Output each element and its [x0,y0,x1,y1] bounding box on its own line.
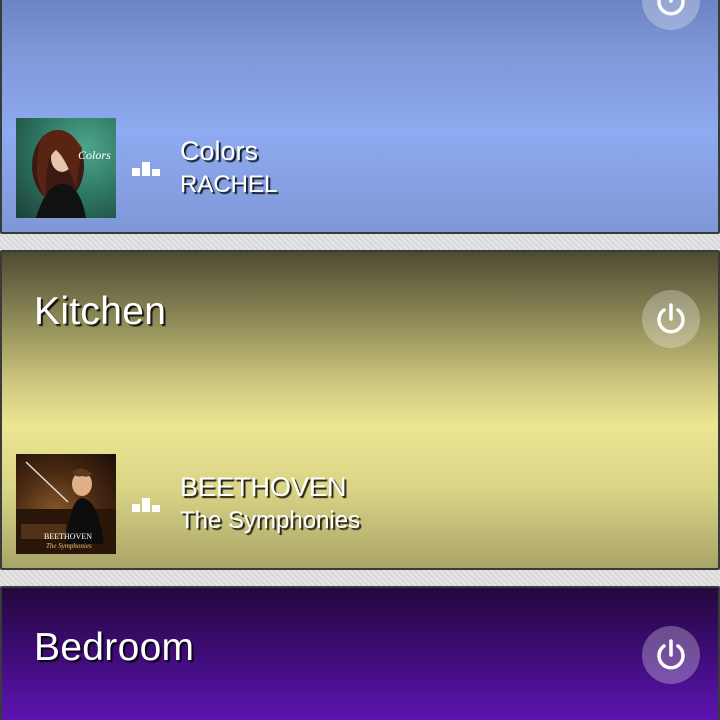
power-icon [657,0,685,16]
power-button[interactable] [642,626,700,684]
room-card-bedroom[interactable]: Bedroom [0,586,720,720]
album-art: BEETHOVEN The Symphonies [16,454,116,554]
album-subcaption: The Symphonies [46,542,92,550]
track-info: Colors RACHEL [180,134,277,202]
power-icon [657,303,685,334]
album-caption: Colors [78,148,111,162]
room-card[interactable]: Colors Colors RACHEL [0,0,720,234]
album-art-colors-icon [32,130,86,218]
track-info: BEETHOVEN The Symphonies [180,470,360,538]
power-button[interactable] [642,290,700,348]
album-caption: BEETHOVEN [44,532,92,541]
power-icon [657,639,685,670]
now-playing[interactable]: Colors Colors RACHEL [16,118,277,218]
track-album: The Symphonies [180,507,361,534]
track-title: Colors [180,136,259,166]
equalizer-icon [132,160,162,176]
rooms-list: Colors Colors RACHEL Kitchen BEETHOVEN T… [0,0,720,720]
now-playing[interactable]: BEETHOVEN The Symphonies BEETHOVEN The S… [16,454,360,554]
power-button[interactable] [642,0,700,30]
room-name: Kitchen [34,290,167,333]
room-card-kitchen[interactable]: Kitchen BEETHOVEN The Symphonies BEETHOV… [0,250,720,570]
equalizer-icon [132,496,162,512]
track-title: BEETHOVEN [180,472,347,502]
room-name: Bedroom [34,626,195,669]
album-art: Colors [16,118,116,218]
track-artist: RACHEL [180,171,278,198]
